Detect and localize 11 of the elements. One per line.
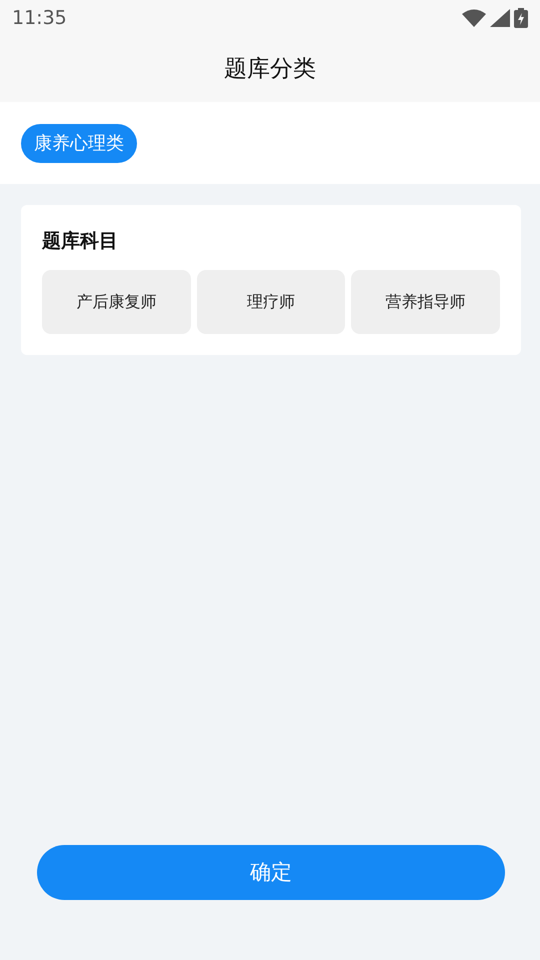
page-title: 题库分类 <box>224 54 316 84</box>
subject-option[interactable]: 理疗师 <box>196 270 346 334</box>
subject-option[interactable]: 产后康复师 <box>42 270 191 334</box>
signal-icon <box>490 9 510 27</box>
category-tab[interactable]: 康养心理类 <box>21 124 137 162</box>
wifi-icon <box>462 9 486 27</box>
status-time: 11:35 <box>12 6 67 31</box>
battery-charging-icon <box>514 8 528 28</box>
card-title: 题库科目 <box>42 229 119 254</box>
subject-option[interactable]: 营养指导师 <box>351 270 500 334</box>
confirm-button[interactable]: 确定 <box>37 845 505 900</box>
